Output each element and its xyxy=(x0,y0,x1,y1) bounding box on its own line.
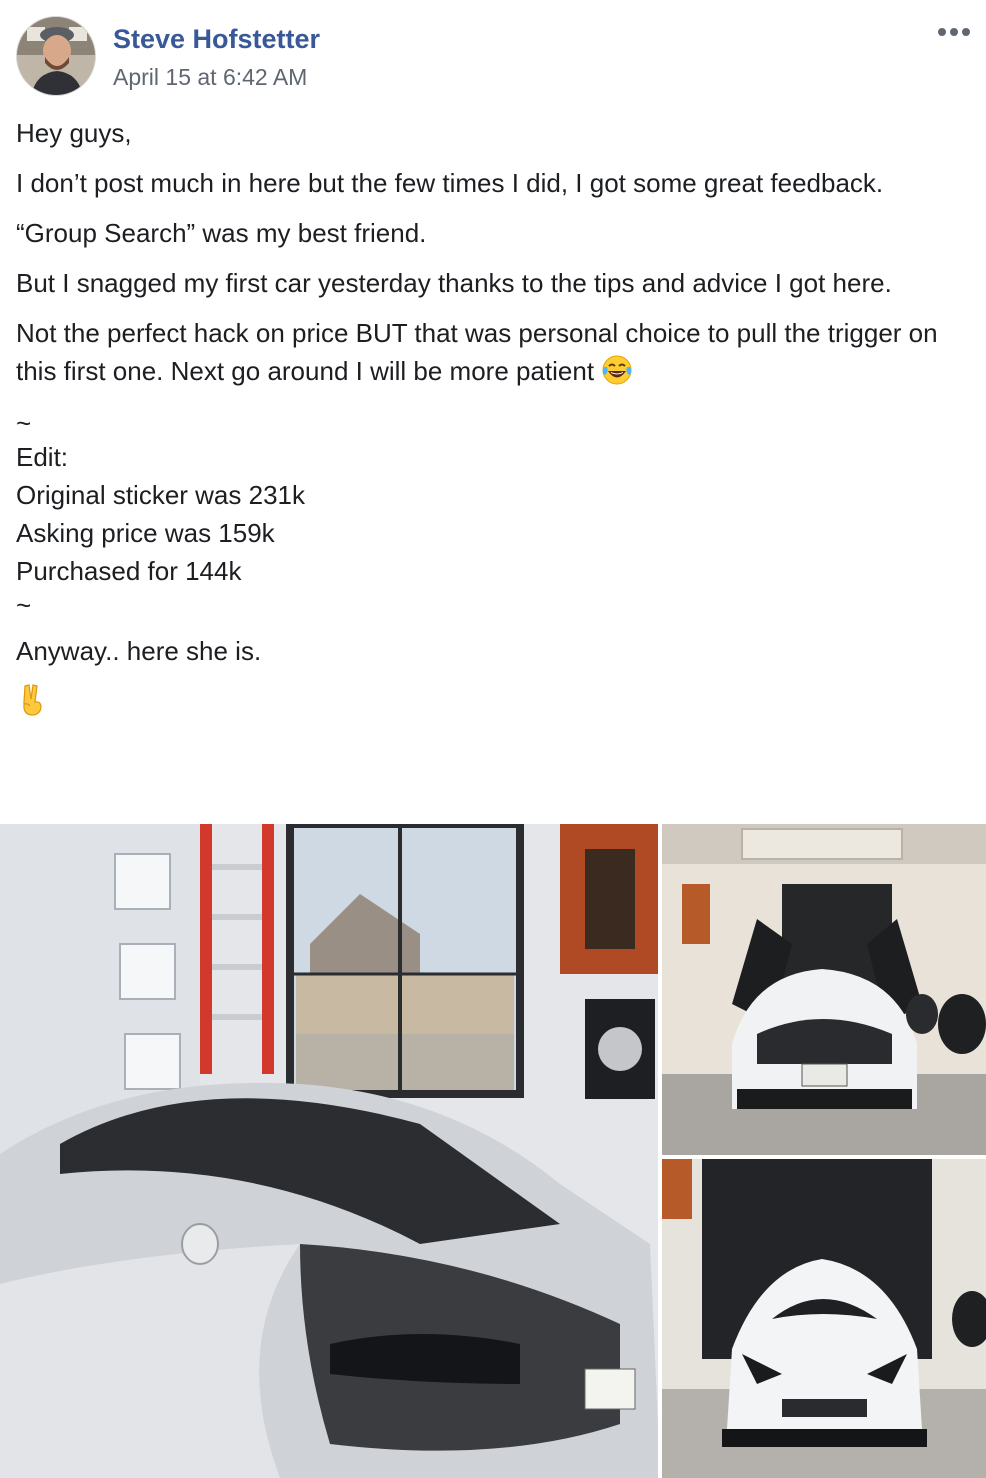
post-paragraph: Not the perfect hack on price BUT that w… xyxy=(16,314,966,396)
post-paragraph xyxy=(16,682,966,728)
author-name[interactable]: Steve Hofstetter xyxy=(113,24,320,55)
post-timestamp[interactable]: April 15 at 6:42 AM xyxy=(113,64,307,91)
post-line: But I snagged my first car yesterday tha… xyxy=(16,268,892,298)
author-avatar[interactable] xyxy=(16,16,96,96)
photo-car-front-garage[interactable] xyxy=(662,1159,986,1478)
post-line: Anyway.. here she is. xyxy=(16,636,262,666)
price-sticker: Original sticker was 231k xyxy=(16,480,305,510)
victory-hand-emoji-icon xyxy=(16,682,48,728)
post-line: Hey guys, xyxy=(16,118,132,148)
price-purchased: Purchased for 144k xyxy=(16,556,242,586)
post-line: “Group Search” was my best friend. xyxy=(16,218,427,248)
post-line: Not the perfect hack on price BUT that w… xyxy=(16,318,938,386)
more-options-icon[interactable] xyxy=(934,22,974,42)
photo-car-side-garage[interactable] xyxy=(0,824,658,1478)
separator: ~ xyxy=(16,590,32,620)
photo-car-rear-doors-up[interactable] xyxy=(662,824,986,1155)
facebook-post: Steve Hofstetter April 15 at 6:42 AM Hey… xyxy=(0,0,986,1478)
price-asking: Asking price was 159k xyxy=(16,518,275,548)
post-body: Hey guys, I don’t post much in here but … xyxy=(16,114,966,740)
laughing-tears-emoji-icon xyxy=(601,354,633,396)
edit-label: Edit: xyxy=(16,442,69,472)
post-line: I don’t post much in here but the few ti… xyxy=(16,168,884,198)
separator: ~ xyxy=(16,408,32,438)
